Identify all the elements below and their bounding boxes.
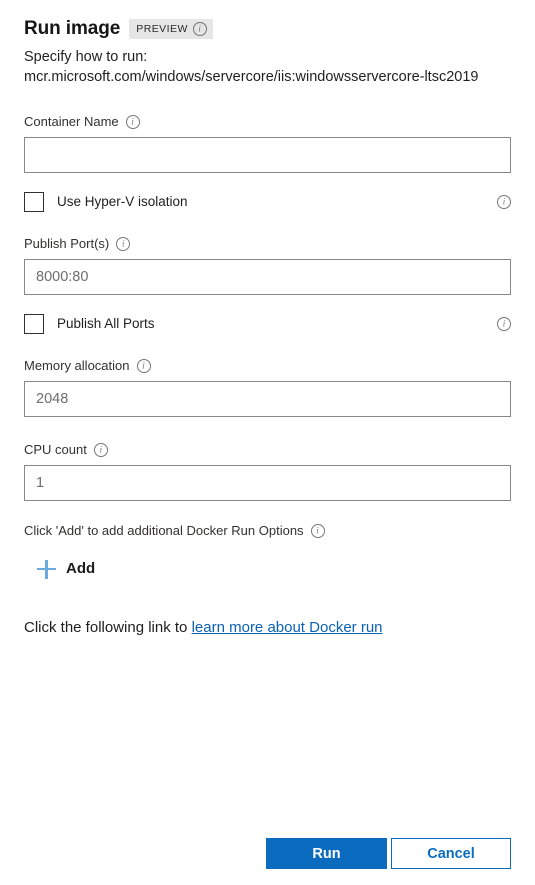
info-icon[interactable]: i	[136, 358, 151, 373]
run-options-form: Container Name i Use Hyper-V isolation i…	[24, 113, 511, 581]
title-row: Run image PREVIEW i	[24, 16, 511, 42]
docker-run-docs-link[interactable]: learn more about Docker run	[192, 619, 383, 636]
container-name-label-row: Container Name i	[24, 113, 511, 130]
preview-badge: PREVIEW i	[129, 19, 213, 39]
info-icon[interactable]: i	[192, 22, 207, 36]
hyperv-isolation-checkbox[interactable]	[24, 192, 44, 212]
run-image-dialog: Run image PREVIEW i Specify how to run: …	[0, 0, 535, 885]
publish-ports-input[interactable]	[24, 259, 511, 295]
additional-options-label-row: Click 'Add' to add additional Docker Run…	[24, 522, 511, 539]
memory-allocation-input[interactable]	[24, 381, 511, 417]
dialog-footer: Run Cancel	[0, 838, 535, 870]
publish-all-ports-checkbox[interactable]	[24, 314, 44, 334]
add-option-button[interactable]: Add	[37, 557, 147, 581]
cpu-count-label-row: CPU count i	[24, 441, 511, 458]
dialog-subtitle: Specify how to run: mcr.microsoft.com/wi…	[24, 47, 511, 87]
container-name-input[interactable]	[24, 137, 511, 173]
additional-options-label: Click 'Add' to add additional Docker Run…	[24, 523, 304, 538]
preview-badge-label: PREVIEW	[136, 23, 188, 35]
publish-ports-label: Publish Port(s)	[24, 236, 110, 251]
page-title: Run image	[24, 18, 121, 39]
info-icon[interactable]: i	[125, 114, 140, 129]
subtitle-intro: Specify how to run:	[24, 49, 148, 65]
plus-icon	[37, 559, 56, 579]
run-button[interactable]: Run	[266, 838, 387, 869]
cpu-count-label: CPU count	[24, 442, 87, 457]
publish-all-ports-row[interactable]: Publish All Ports i	[24, 313, 511, 335]
field-publish-ports: Publish Port(s) i	[24, 235, 511, 295]
info-icon[interactable]: i	[310, 523, 325, 538]
cpu-count-input[interactable]	[24, 465, 511, 501]
info-icon[interactable]: i	[93, 442, 108, 457]
image-reference: mcr.microsoft.com/windows/servercore/iis…	[24, 69, 479, 85]
hyperv-isolation-row[interactable]: Use Hyper-V isolation i	[24, 191, 511, 213]
field-cpu-count: CPU count i	[24, 441, 511, 501]
add-option-label: Add	[66, 560, 96, 577]
info-icon[interactable]: i	[116, 236, 131, 251]
info-icon[interactable]: i	[497, 317, 511, 331]
dialog-header: Run image PREVIEW i Specify how to run: …	[24, 16, 511, 87]
hyperv-isolation-label[interactable]: Use Hyper-V isolation	[57, 192, 188, 212]
docs-link-line: Click the following link to learn more a…	[24, 618, 383, 638]
field-container-name: Container Name i	[24, 113, 511, 173]
field-memory-allocation: Memory allocation i	[24, 357, 511, 417]
publish-ports-label-row: Publish Port(s) i	[24, 235, 511, 252]
memory-allocation-label-row: Memory allocation i	[24, 357, 511, 374]
memory-allocation-label: Memory allocation	[24, 358, 130, 373]
publish-all-ports-label[interactable]: Publish All Ports	[57, 314, 155, 334]
container-name-label: Container Name	[24, 114, 119, 129]
docs-link-prefix: Click the following link to	[24, 619, 192, 636]
cancel-button[interactable]: Cancel	[391, 838, 511, 869]
info-icon[interactable]: i	[497, 195, 511, 209]
